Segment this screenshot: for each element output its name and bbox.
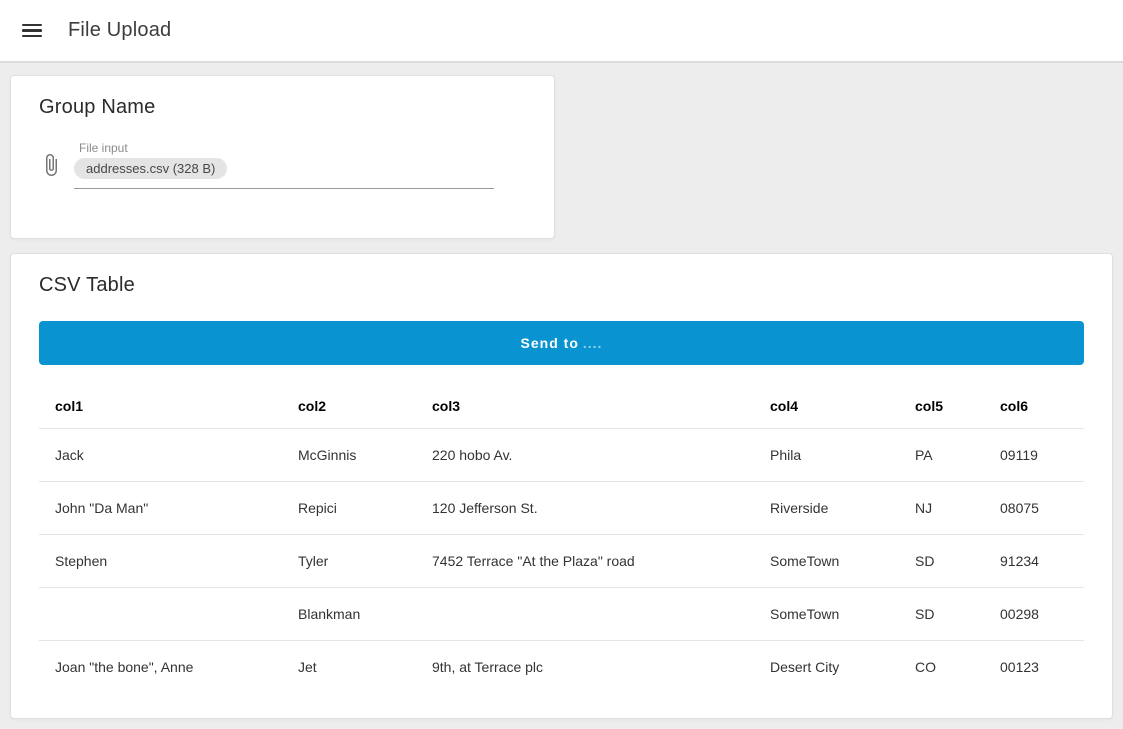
- table-cell: Blankman: [282, 588, 416, 641]
- hamburger-menu-icon[interactable]: [22, 24, 42, 38]
- table-cell: Tyler: [282, 535, 416, 588]
- table-cell: Stephen: [39, 535, 282, 588]
- table-cell: Jet: [282, 641, 416, 694]
- csv-table: col1col2col3col4col5col6 JackMcGinnis220…: [39, 383, 1084, 693]
- send-to-button[interactable]: Send to....: [39, 321, 1084, 365]
- table-row: StephenTyler7452 Terrace "At the Plaza" …: [39, 535, 1084, 588]
- table-cell: SomeTown: [754, 535, 899, 588]
- column-header-col4: col4: [754, 383, 899, 429]
- table-cell: SomeTown: [754, 588, 899, 641]
- table-cell: 220 hobo Av.: [416, 429, 754, 482]
- table-cell: NJ: [899, 482, 984, 535]
- csv-card-title: CSV Table: [39, 274, 1084, 297]
- table-row: Blankman SomeTownSD00298: [39, 588, 1084, 641]
- file-chip: addresses.csv (328 B): [74, 158, 227, 179]
- app-bar: File Upload: [0, 0, 1123, 63]
- table-cell: Riverside: [754, 482, 899, 535]
- paperclip-icon[interactable]: [39, 153, 63, 183]
- table-cell: PA: [899, 429, 984, 482]
- send-to-button-label: Send to: [521, 335, 579, 351]
- send-to-button-dots: ....: [583, 335, 603, 351]
- table-row: JackMcGinnis220 hobo Av.PhilaPA09119: [39, 429, 1084, 482]
- table-header-row: col1col2col3col4col5col6: [39, 383, 1084, 429]
- table-cell: John "Da Man": [39, 482, 282, 535]
- column-header-col5: col5: [899, 383, 984, 429]
- table-cell: 00298: [984, 588, 1084, 641]
- table-row: Joan "the bone", AnneJet9th, at Terrace …: [39, 641, 1084, 694]
- page-title: File Upload: [68, 19, 171, 42]
- table-cell: SD: [899, 535, 984, 588]
- column-header-col6: col6: [984, 383, 1084, 429]
- table-cell: 91234: [984, 535, 1084, 588]
- column-header-col1: col1: [39, 383, 282, 429]
- table-cell: 120 Jefferson St.: [416, 482, 754, 535]
- table-cell: 08075: [984, 482, 1084, 535]
- table-row: John "Da Man"Repici120 Jefferson St.Rive…: [39, 482, 1084, 535]
- table-cell: Desert City: [754, 641, 899, 694]
- column-header-col2: col2: [282, 383, 416, 429]
- table-cell: CO: [899, 641, 984, 694]
- table-cell: [416, 588, 754, 641]
- table-cell: McGinnis: [282, 429, 416, 482]
- file-input-underline: addresses.csv (328 B): [74, 158, 494, 189]
- column-header-col3: col3: [416, 383, 754, 429]
- csv-table-card: CSV Table Send to.... col1col2col3col4co…: [10, 253, 1113, 719]
- table-cell: Repici: [282, 482, 416, 535]
- group-name-card: Group Name File input addresses.csv (328…: [10, 75, 555, 239]
- table-cell: Phila: [754, 429, 899, 482]
- file-input-label: File input: [74, 141, 494, 155]
- table-cell: 7452 Terrace "At the Plaza" road: [416, 535, 754, 588]
- table-cell: Jack: [39, 429, 282, 482]
- table-cell: SD: [899, 588, 984, 641]
- table-cell: 09119: [984, 429, 1084, 482]
- table-cell: Joan "the bone", Anne: [39, 641, 282, 694]
- group-card-title: Group Name: [39, 96, 526, 119]
- csv-table-body: JackMcGinnis220 hobo Av.PhilaPA09119John…: [39, 429, 1084, 694]
- table-cell: [39, 588, 282, 641]
- table-cell: 9th, at Terrace plc: [416, 641, 754, 694]
- file-input-row: File input addresses.csv (328 B): [39, 141, 526, 189]
- file-input[interactable]: File input addresses.csv (328 B): [74, 141, 494, 189]
- table-cell: 00123: [984, 641, 1084, 694]
- page-content: Group Name File input addresses.csv (328…: [0, 63, 1123, 729]
